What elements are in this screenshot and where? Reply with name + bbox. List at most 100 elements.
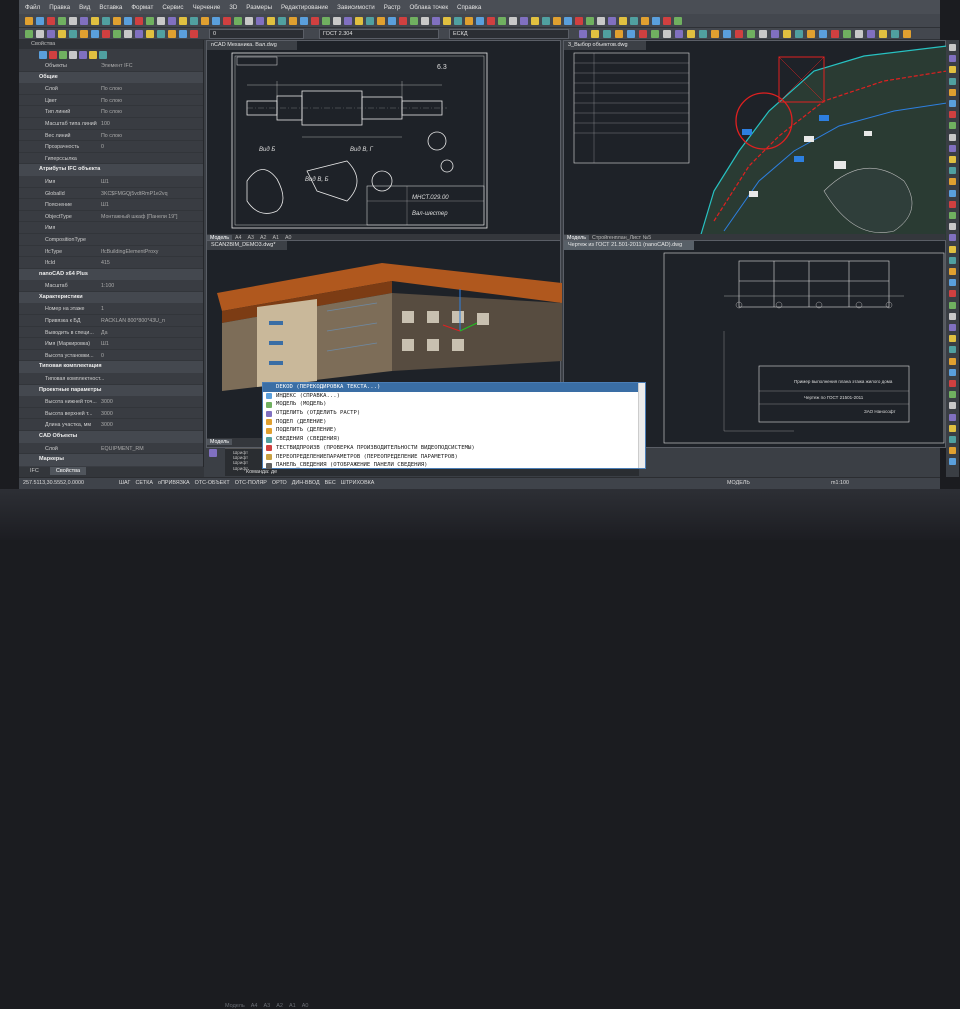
status-toggle[interactable]: ОТС-ОБЪЕКТ xyxy=(195,480,230,486)
toolbar-icon[interactable] xyxy=(377,17,385,25)
toolbar-icon[interactable] xyxy=(586,17,594,25)
viewport-shaft-drawing[interactable]: nCAD Механика. Вал.dwg МНСТ.029.00 Вал-ш… xyxy=(206,40,561,244)
toolbar-icon[interactable] xyxy=(651,30,659,38)
properties-tab[interactable]: IFC xyxy=(24,467,45,475)
autocomplete-item[interactable]: ПЕРЕОПРЕДЕЛЕНИЕПАРАМЕТРОВ (ПЕРЕОПРЕДЕЛЕН… xyxy=(263,453,645,462)
toolbar-icon[interactable] xyxy=(564,17,572,25)
properties-tool-icon[interactable] xyxy=(59,51,67,59)
autocomplete-item[interactable]: ОТДЕЛИТЬ (ОТДЕЛИТЬ РАСТР) xyxy=(263,409,645,418)
right-tool-icon[interactable] xyxy=(949,144,956,152)
toolbar-icon[interactable] xyxy=(69,17,77,25)
autocomplete-item[interactable]: ПОДЕЛИТЬ (ДЕЛЕНИЕ) xyxy=(263,426,645,435)
toolbar-icon[interactable] xyxy=(819,30,827,38)
status-toggle[interactable]: ВЕС xyxy=(325,480,336,486)
property-value[interactable]: 3000 xyxy=(101,422,113,428)
toolbar-icon[interactable] xyxy=(278,17,286,25)
right-tool-icon[interactable] xyxy=(949,279,956,287)
toolbar-icon[interactable] xyxy=(102,30,110,38)
status-toggle[interactable]: оПРИВЯЗКА xyxy=(158,480,190,486)
toolbar-icon[interactable] xyxy=(432,17,440,25)
toolbar-icon[interactable] xyxy=(619,17,627,25)
right-tool-icon[interactable] xyxy=(949,88,956,96)
menu-item[interactable]: Сервис xyxy=(162,4,183,11)
toolbar-icon[interactable] xyxy=(903,30,911,38)
property-row[interactable]: Имя (Маркировка) Ш1 xyxy=(19,338,203,350)
toolbar-icon[interactable] xyxy=(699,30,707,38)
toolbar-icon[interactable] xyxy=(146,17,154,25)
toolbar-icon[interactable] xyxy=(579,30,587,38)
toolbar-icon[interactable] xyxy=(102,17,110,25)
right-tool-icon[interactable] xyxy=(949,447,956,455)
toolbar-icon[interactable] xyxy=(234,17,242,25)
right-tool-icon[interactable] xyxy=(949,402,956,410)
property-value[interactable]: IfcBuildingElementProxy xyxy=(101,249,158,255)
toolbar-icon[interactable] xyxy=(113,17,121,25)
toolbar-icon[interactable] xyxy=(289,17,297,25)
tool-icon[interactable] xyxy=(209,448,217,457)
toolbar-icon[interactable] xyxy=(652,17,660,25)
right-tool-icon[interactable] xyxy=(949,55,956,63)
toolbar-icon[interactable] xyxy=(831,30,839,38)
toolbar-icon[interactable] xyxy=(630,17,638,25)
toolbar-icon[interactable] xyxy=(124,17,132,25)
property-value[interactable]: 415 xyxy=(101,260,110,266)
toolbar-icon[interactable] xyxy=(322,17,330,25)
viewport-site-plan[interactable]: 3_Выбор объектов.dwg Модель Стройгенплан… xyxy=(563,40,947,245)
toolbar-icon[interactable] xyxy=(179,30,187,38)
property-group-header[interactable]: Общие xyxy=(19,71,203,84)
menu-item[interactable]: Вид xyxy=(79,4,90,11)
property-group-header[interactable]: nanoCAD x64 Plus xyxy=(19,268,203,281)
toolbar-icon[interactable] xyxy=(157,17,165,25)
right-tool-icon[interactable] xyxy=(949,156,956,163)
toolbar-icon[interactable] xyxy=(256,17,264,25)
toolbar-icon[interactable] xyxy=(553,17,561,25)
right-tool-icon[interactable] xyxy=(949,324,956,331)
layout-tab[interactable]: Модель xyxy=(207,439,233,445)
right-tool-icon[interactable] xyxy=(949,122,956,130)
menu-item[interactable]: Формат xyxy=(131,4,153,11)
autocomplete-scrollbar[interactable] xyxy=(638,383,645,468)
toolbar-icon[interactable] xyxy=(807,30,815,38)
property-value[interactable]: Ш1 xyxy=(101,341,109,347)
right-tool-icon[interactable] xyxy=(949,234,956,242)
right-tool-icon[interactable] xyxy=(949,189,956,197)
menu-item[interactable]: Растр xyxy=(384,4,401,11)
toolbar-icon[interactable] xyxy=(891,30,899,38)
properties-tool-icon[interactable] xyxy=(49,51,57,59)
right-tool-icon[interactable] xyxy=(949,312,956,320)
toolbar-icon[interactable] xyxy=(69,30,77,38)
annotation-scale[interactable]: m1:100 xyxy=(831,478,849,489)
property-group-header[interactable]: CAD Объекты xyxy=(19,431,203,443)
toolbar-icon[interactable] xyxy=(687,30,695,38)
menu-item[interactable]: Размеры xyxy=(246,4,272,11)
toolbar-icon[interactable] xyxy=(267,17,275,25)
toolbar-icon[interactable] xyxy=(639,30,647,38)
right-tool-icon[interactable] xyxy=(949,44,956,51)
property-value[interactable]: По слою xyxy=(101,98,122,104)
menu-item[interactable]: 3D xyxy=(229,4,237,11)
right-tool-icon[interactable] xyxy=(949,335,956,343)
property-row[interactable]: Масштаб 1:100 xyxy=(19,280,203,292)
autocomplete-item[interactable]: ПАНЕЛЬ_СВЕДЕНИЯ (ОТОБРАЖЕНИЕ ПАНЕЛИ СВЕД… xyxy=(263,461,645,470)
toolbar-icon[interactable] xyxy=(124,30,132,38)
status-toggle[interactable]: ШТРИХОВКА xyxy=(341,480,375,486)
property-row[interactable]: Номер на этаже 1 xyxy=(19,303,203,316)
right-tool-icon[interactable] xyxy=(949,100,956,107)
right-tool-icon[interactable] xyxy=(949,368,956,376)
toolbar-icon[interactable] xyxy=(333,17,341,25)
property-row[interactable]: Привязка к БД RACKLAN 800*800*43U_п xyxy=(19,315,203,327)
model-space-indicator[interactable]: МОДЕЛЬ xyxy=(727,478,750,489)
toolbar-icon[interactable] xyxy=(344,17,352,25)
property-row[interactable]: Вес линий По слою xyxy=(19,130,203,142)
right-tool-icon[interactable] xyxy=(949,77,956,85)
status-toggle[interactable]: ДИН-ВВОД xyxy=(292,480,320,486)
properties-tab[interactable]: Свойства xyxy=(49,467,87,475)
property-group-header[interactable]: Типовая комплектация xyxy=(19,361,203,374)
property-row[interactable]: Прозрачность 0 xyxy=(19,141,203,153)
menu-item[interactable]: Правка xyxy=(49,4,70,11)
toolbar-icon[interactable] xyxy=(520,17,528,25)
property-row[interactable]: Слой EQUIPMENT_RM xyxy=(19,443,203,455)
property-group-header[interactable]: Проектные параметры xyxy=(19,384,203,397)
toolbar-icon[interactable] xyxy=(421,17,429,25)
property-row[interactable]: GlobalId 3KC$FMGQj5vdtRmP1e2vq xyxy=(19,188,203,200)
